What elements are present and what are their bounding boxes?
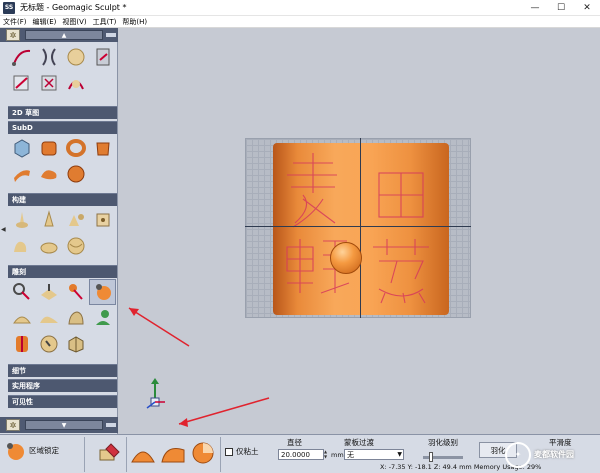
chevron-down-icon: ▼ bbox=[397, 451, 402, 458]
watermark-logo-icon: ✦ bbox=[505, 441, 531, 468]
divider bbox=[84, 437, 85, 472]
palette-collapse-button[interactable] bbox=[106, 423, 116, 427]
section-sculpt[interactable]: 雕刻 bbox=[8, 265, 117, 278]
menu-view[interactable]: 视图(V) bbox=[59, 17, 89, 27]
brush-profile-soft-icon[interactable] bbox=[160, 440, 186, 466]
diameter-label: 直径 bbox=[287, 438, 302, 447]
subd-plane-icon[interactable] bbox=[8, 161, 35, 187]
subd-cylinder-icon[interactable] bbox=[89, 135, 116, 161]
feather-level-label: 羽化级别 bbox=[428, 438, 458, 447]
close-button[interactable]: ✕ bbox=[574, 0, 600, 16]
palette-collapse-button[interactable] bbox=[106, 33, 116, 37]
panel-toggle-arrow-icon[interactable]: ◀ bbox=[1, 226, 6, 238]
eraser-brush-icon[interactable] bbox=[96, 440, 122, 466]
tools-group-subd bbox=[8, 135, 118, 187]
tool-palette: ✲ ▲ 2D 草图 SubD 构建 雕刻 细节 实用程序 可见性 ✲ ▼ ◀ bbox=[0, 28, 118, 434]
sculpt-mirror-icon[interactable] bbox=[8, 331, 35, 357]
watermark: ✦ 麦都软件园 bbox=[505, 436, 600, 473]
sculpt-area-smooth-icon[interactable] bbox=[89, 279, 116, 305]
title-bar: SS 无标题 - Geomagic Sculpt * — ☐ ✕ bbox=[0, 0, 600, 16]
checkbox[interactable] bbox=[225, 447, 233, 456]
brush-profile-sphere-icon[interactable] bbox=[190, 440, 216, 466]
sculpt-brush-sphere[interactable] bbox=[330, 242, 362, 274]
construct-bean-icon[interactable] bbox=[35, 233, 62, 259]
wire-tool-icon[interactable] bbox=[8, 70, 35, 96]
construct-extrude-icon[interactable] bbox=[8, 207, 35, 233]
plane-tool-icon[interactable] bbox=[89, 44, 116, 70]
construct-block-icon[interactable] bbox=[89, 207, 116, 233]
gear-icon[interactable]: ✲ bbox=[6, 419, 20, 431]
clay-only-checkbox[interactable]: 仅粘土 bbox=[225, 446, 259, 457]
palette-scroll-up[interactable]: ▲ bbox=[25, 30, 103, 40]
minimize-button[interactable]: — bbox=[522, 0, 548, 16]
menu-tools[interactable]: 工具(T) bbox=[90, 17, 120, 27]
subd-blob-icon[interactable] bbox=[35, 161, 62, 187]
slider-thumb[interactable] bbox=[429, 452, 433, 462]
subd-torus-icon[interactable] bbox=[62, 135, 89, 161]
divider bbox=[126, 437, 127, 472]
section-visibility[interactable]: 可见性 bbox=[8, 395, 117, 408]
annotation-arrows bbox=[128, 307, 270, 427]
sculpt-box-icon[interactable] bbox=[62, 331, 89, 357]
diameter-unit: mm bbox=[331, 451, 344, 459]
construct-lump-icon[interactable] bbox=[8, 233, 35, 259]
app-logo-icon: SS bbox=[3, 1, 15, 14]
tools-group-top bbox=[8, 44, 118, 96]
construct-ball-icon[interactable] bbox=[62, 233, 89, 259]
palette-scroll-down[interactable]: ▼ bbox=[25, 420, 103, 430]
divider bbox=[220, 437, 221, 472]
area-smooth-tool-icon bbox=[7, 443, 24, 460]
section-2d-sketch[interactable]: 2D 草图 bbox=[8, 106, 117, 119]
sculpt-envelope-icon[interactable] bbox=[35, 279, 62, 305]
gear-icon[interactable]: ✲ bbox=[6, 29, 20, 41]
clay-only-label: 仅粘土 bbox=[236, 447, 259, 456]
menu-bar: 文件(F) 编辑(E) 视图(V) 工具(T) 帮助(H) bbox=[0, 16, 600, 28]
sculpt-figure-icon[interactable] bbox=[89, 305, 116, 331]
section-detail[interactable]: 细节 bbox=[8, 364, 117, 377]
sculpt-flatten-icon[interactable] bbox=[35, 305, 62, 331]
construct-pinch-icon[interactable] bbox=[62, 207, 89, 233]
mask-transition-select[interactable]: 无 ▼ bbox=[344, 449, 404, 460]
subd-cube-icon[interactable] bbox=[35, 135, 62, 161]
watermark-text: 麦都软件园 bbox=[534, 450, 574, 459]
section-subd[interactable]: SubD bbox=[8, 121, 117, 134]
sphere-tool-icon[interactable] bbox=[62, 44, 89, 70]
3d-viewport[interactable] bbox=[119, 28, 600, 434]
palette-header: ✲ ▲ bbox=[0, 28, 118, 42]
active-tool-label: 区域锁定 bbox=[29, 446, 59, 455]
menu-file[interactable]: 文件(F) bbox=[0, 17, 30, 27]
stamp-tool-icon[interactable] bbox=[35, 70, 62, 96]
sculpt-paint-icon[interactable] bbox=[62, 279, 89, 305]
mask-transition-value: 无 bbox=[347, 451, 354, 459]
sculpt-probe-icon[interactable] bbox=[8, 279, 35, 305]
diameter-input[interactable]: 20.0000 bbox=[278, 449, 324, 460]
menu-help[interactable]: 帮助(H) bbox=[119, 17, 150, 27]
x-axis-line bbox=[245, 226, 471, 227]
maximize-button[interactable]: ☐ bbox=[548, 0, 574, 16]
twist-tool-icon[interactable] bbox=[62, 70, 89, 96]
brush-profile-round-icon[interactable] bbox=[130, 440, 156, 466]
palette-footer: ✲ ▼ bbox=[0, 417, 118, 433]
mask-transition-label: 蒙板过渡 bbox=[344, 438, 374, 447]
diameter-spinner[interactable]: ▲ ▼ bbox=[324, 449, 330, 460]
section-utilities[interactable]: 实用程序 bbox=[8, 379, 117, 392]
sculpt-smooth-icon[interactable] bbox=[8, 305, 35, 331]
curve-tool-icon[interactable] bbox=[8, 44, 35, 70]
subd-box-icon[interactable] bbox=[8, 135, 35, 161]
sculpt-hook-icon[interactable] bbox=[35, 331, 62, 357]
tools-group-construct bbox=[8, 207, 118, 259]
section-construct[interactable]: 构建 bbox=[8, 193, 117, 206]
window-title: 无标题 - Geomagic Sculpt * bbox=[20, 3, 127, 12]
sculpt-emboss-icon[interactable] bbox=[62, 305, 89, 331]
split-tool-icon[interactable] bbox=[35, 44, 62, 70]
y-axis-line bbox=[360, 138, 361, 318]
subd-sphere-icon[interactable] bbox=[62, 161, 89, 187]
menu-edit[interactable]: 编辑(E) bbox=[30, 17, 60, 27]
construct-spike-icon[interactable] bbox=[35, 207, 62, 233]
tools-group-sculpt bbox=[8, 279, 118, 357]
